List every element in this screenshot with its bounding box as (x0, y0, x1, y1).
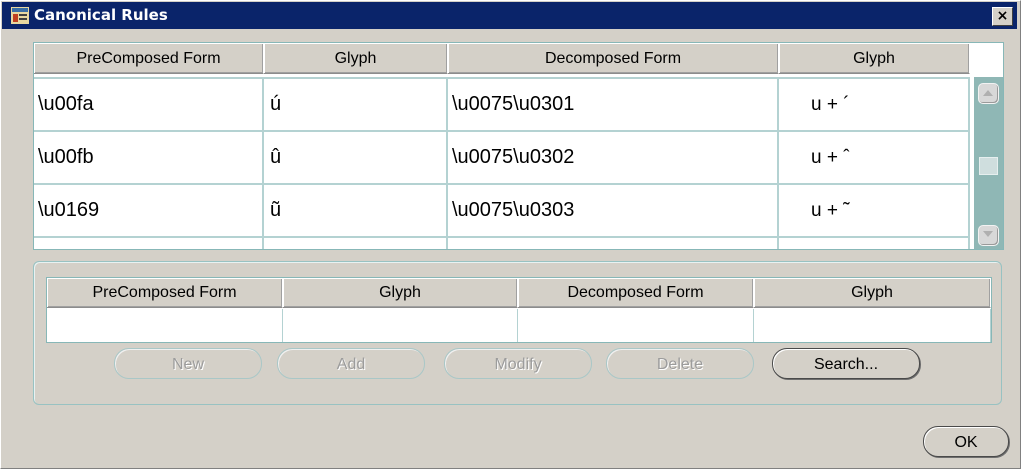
decomposed-form-cell[interactable]: \u0075\u0302 (448, 132, 779, 183)
edit-table-header: PreComposed Form Glyph Decomposed Form G… (47, 278, 991, 310)
table-row-partial[interactable] (34, 238, 970, 249)
arrow-down-icon (983, 231, 993, 237)
table-header: PreComposed Form Glyph Decomposed Form G… (34, 43, 970, 75)
ok-button[interactable]: OK (923, 426, 1009, 457)
decomposed-form-cell[interactable]: \u0075\u0303 (448, 185, 779, 236)
delete-button[interactable]: Delete (606, 348, 754, 379)
table-row[interactable]: \u00fa ú \u0075\u0301 u + ´ (34, 77, 970, 132)
modify-button[interactable]: Modify (444, 348, 592, 379)
column-header-glyph[interactable]: Glyph (283, 278, 518, 308)
precomposed-form-cell[interactable]: \u00fa (34, 79, 264, 130)
precomposed-form-input[interactable] (47, 309, 283, 342)
edit-rule-panel: PreComposed Form Glyph Decomposed Form G… (33, 261, 1002, 405)
add-button[interactable]: Add (277, 348, 425, 379)
column-header-decomposed-form[interactable]: Decomposed Form (518, 278, 754, 308)
edit-rule-table: PreComposed Form Glyph Decomposed Form G… (46, 277, 992, 343)
decomposed-form-cell[interactable]: \u0075\u0301 (448, 79, 779, 130)
title-bar: Canonical Rules × (2, 2, 1017, 29)
window-title: Canonical Rules (34, 6, 168, 24)
table-row[interactable]: \u00fb û \u0075\u0302 u + ˆ (34, 132, 970, 185)
scroll-up-button[interactable] (978, 83, 999, 104)
app-icon (11, 7, 29, 24)
vertical-scrollbar[interactable] (974, 77, 1003, 249)
column-header-precomposed-form[interactable]: PreComposed Form (34, 43, 264, 74)
precomposed-form-cell[interactable]: \u0169 (34, 185, 264, 236)
search-button[interactable]: Search... (772, 348, 920, 379)
glyph-cell[interactable]: û (264, 132, 448, 183)
column-header-decomposed-form[interactable]: Decomposed Form (448, 43, 779, 74)
decomposed-glyph-input[interactable] (754, 309, 991, 342)
empty-cell (448, 238, 779, 249)
new-button[interactable]: New (114, 348, 262, 379)
empty-cell (34, 238, 264, 249)
scroll-down-button[interactable] (978, 225, 999, 246)
empty-cell (264, 238, 448, 249)
decomposed-form-input[interactable] (518, 309, 754, 342)
scrollbar-thumb[interactable] (979, 157, 998, 175)
canonical-rules-table: PreComposed Form Glyph Decomposed Form G… (33, 42, 1004, 250)
glyph-input[interactable] (283, 309, 518, 342)
arrow-up-icon (983, 90, 993, 96)
precomposed-form-cell[interactable]: \u00fb (34, 132, 264, 183)
decomposed-glyph-cell[interactable]: u + ˜ (779, 185, 970, 236)
close-button[interactable]: × (992, 7, 1013, 26)
empty-cell (779, 238, 970, 249)
canonical-rules-dialog: Canonical Rules × PreComposed Form Glyph… (0, 0, 1021, 469)
glyph-cell[interactable]: ú (264, 79, 448, 130)
column-header-decomposed-glyph[interactable]: Glyph (754, 278, 991, 308)
table-row[interactable]: \u0169 ũ \u0075\u0303 u + ˜ (34, 185, 970, 238)
column-header-glyph[interactable]: Glyph (264, 43, 448, 74)
column-header-precomposed-form[interactable]: PreComposed Form (47, 278, 283, 308)
glyph-cell[interactable]: ũ (264, 185, 448, 236)
decomposed-glyph-cell[interactable]: u + ˆ (779, 132, 970, 183)
edit-row[interactable] (47, 309, 991, 342)
decomposed-glyph-cell[interactable]: u + ´ (779, 79, 970, 130)
close-icon: × (996, 8, 1009, 24)
column-header-decomposed-glyph[interactable]: Glyph (779, 43, 970, 74)
table-body: \u00fa ú \u0075\u0301 u + ´ \u00fb û \u0… (34, 77, 970, 249)
